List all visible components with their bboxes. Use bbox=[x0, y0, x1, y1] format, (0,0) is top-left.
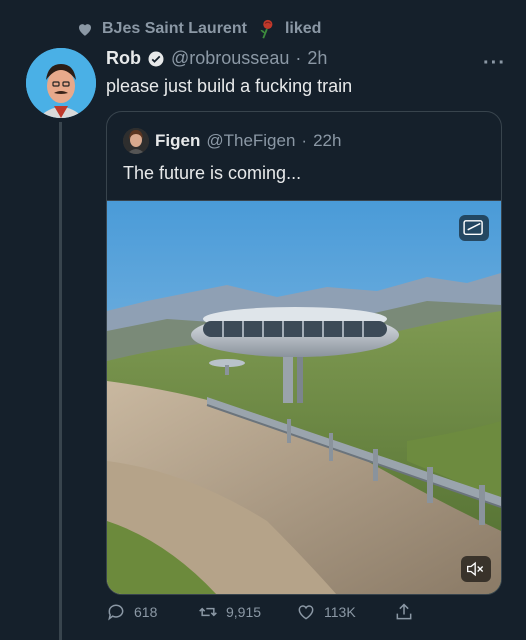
retweet-button[interactable]: 9,915 bbox=[198, 602, 296, 622]
reply-button[interactable]: 618 bbox=[106, 602, 198, 622]
social-context: BJes Saint Laurent liked bbox=[76, 18, 321, 40]
thread-line bbox=[59, 122, 62, 640]
tweet-text: please just build a fucking train bbox=[106, 76, 353, 96]
tweet-header: Rob @robrousseau · 2h bbox=[106, 48, 327, 69]
avatar[interactable] bbox=[26, 48, 96, 118]
quote-author-name[interactable]: Figen bbox=[155, 131, 200, 151]
verified-badge-icon bbox=[147, 50, 165, 68]
author-name[interactable]: Rob bbox=[106, 48, 141, 69]
more-options-icon[interactable]: ··· bbox=[483, 52, 506, 75]
reply-icon bbox=[108, 604, 124, 621]
like-button[interactable]: 113K bbox=[296, 602, 394, 622]
quote-avatar bbox=[123, 128, 149, 154]
quote-separator-dot: · bbox=[301, 131, 308, 150]
like-icon bbox=[298, 605, 314, 620]
video-frame bbox=[107, 201, 501, 594]
social-context-action: liked bbox=[284, 20, 322, 37]
captions-icon bbox=[463, 220, 483, 236]
liker-name[interactable]: BJes Saint Laurent bbox=[102, 20, 247, 38]
action-bar: 618 9,915 113K bbox=[106, 602, 436, 622]
quote-header: Figen @TheFigen · 22h bbox=[123, 128, 341, 154]
retweet-count: 9,915 bbox=[226, 604, 262, 620]
tweet-time[interactable]: 2h bbox=[307, 48, 327, 69]
author-handle[interactable]: @robrousseau bbox=[171, 48, 289, 69]
share-button[interactable] bbox=[394, 602, 414, 622]
heart-icon bbox=[76, 20, 94, 38]
quote-author-handle[interactable]: @TheFigen bbox=[206, 131, 295, 151]
captions-button[interactable] bbox=[459, 215, 489, 241]
mute-button[interactable] bbox=[461, 556, 491, 582]
reply-count: 618 bbox=[134, 604, 158, 620]
rose-emoji-icon bbox=[255, 18, 277, 40]
separator-dot: · bbox=[295, 48, 302, 68]
quoted-tweet-card[interactable]: Figen @TheFigen · 22h The future is comi… bbox=[106, 111, 502, 595]
retweet-icon bbox=[199, 607, 217, 617]
quote-text: The future is coming... bbox=[123, 163, 302, 183]
video-player[interactable] bbox=[107, 200, 501, 594]
muted-speaker-icon bbox=[467, 561, 484, 577]
like-count: 113K bbox=[324, 604, 356, 620]
share-icon bbox=[396, 603, 412, 620]
quote-time[interactable]: 22h bbox=[313, 131, 341, 151]
